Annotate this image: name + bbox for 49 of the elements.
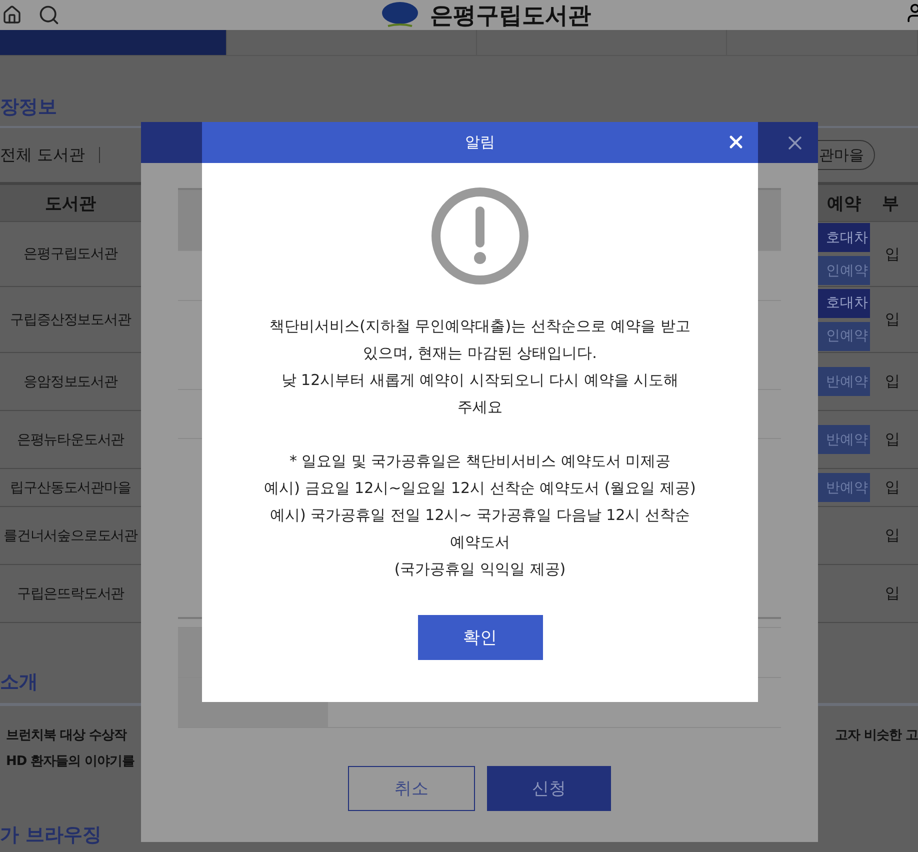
alert-message: 예약도서 bbox=[450, 532, 510, 553]
alert-message: (국가공휴일 익익일 제공) bbox=[394, 559, 566, 580]
table-cell-text: 입 bbox=[884, 583, 901, 604]
alert-message: 있으며, 현재는 마감된 상태입니다. bbox=[363, 343, 597, 364]
logo-icon bbox=[380, 2, 420, 28]
submit-button[interactable]: 신청 bbox=[487, 766, 611, 811]
section-title: 가 브라우징 bbox=[0, 823, 102, 848]
table-cell-text: 은평뉴타운도서관 bbox=[16, 430, 126, 450]
filter-label[interactable]: 전체 도서관 bbox=[0, 144, 86, 166]
table-cell-text: 입 bbox=[884, 525, 901, 546]
section-title: 장정보 bbox=[0, 95, 57, 120]
intro-text: 브런치북 대상 수상작 bbox=[6, 727, 128, 744]
alert-message: * 일요일 및 국가공휴일은 책단비서비스 예약도서 미제공 bbox=[289, 451, 671, 472]
alert-message: 주세요 bbox=[458, 397, 502, 418]
intro-text: HD 환자들의 이야기를 bbox=[6, 753, 135, 770]
intro-text: 고자 비슷한 고 bbox=[834, 727, 918, 744]
reserve-button[interactable]: 반예약 bbox=[818, 367, 870, 396]
alert-message: 예시) 국가공휴일 전일 12시~ 국가공휴일 다음날 12시 선착순 bbox=[270, 505, 690, 526]
table-cell-text: 를건너서숲으로도서관 bbox=[2, 526, 139, 546]
reserve-button[interactable]: 인예약 bbox=[818, 256, 870, 285]
table-cell-text: 구립증산정보도서관 bbox=[9, 310, 132, 330]
column-header: 부 bbox=[881, 192, 900, 216]
table-cell-text: 은평구립도서관 bbox=[22, 245, 119, 264]
column-header: 예약 bbox=[826, 192, 862, 216]
table-cell-text: 응암정보도서관 bbox=[22, 372, 119, 392]
reserve-button[interactable]: 반예약 bbox=[818, 473, 870, 502]
column-header: 도서관 bbox=[44, 192, 97, 216]
table-cell-text: 입 bbox=[884, 429, 901, 450]
site-title: 은평구립도서관 bbox=[430, 2, 591, 30]
reserve-button[interactable]: 반예약 bbox=[818, 425, 870, 454]
alert-message: 책단비서비스(지하철 무인예약대출)는 선착순으로 예약을 받고 bbox=[270, 316, 690, 337]
confirm-button[interactable]: 확인 bbox=[418, 615, 542, 660]
table-cell-text: 입 bbox=[884, 244, 901, 264]
reserve-button[interactable]: 호대차 bbox=[818, 288, 870, 318]
reserve-button[interactable]: 인예약 bbox=[818, 322, 870, 350]
table-cell-text: 입 bbox=[884, 371, 901, 392]
table-cell-text: 구립은뜨락도서관 bbox=[16, 584, 126, 604]
home-icon[interactable] bbox=[2, 5, 22, 25]
dialog-title: 알림 bbox=[465, 133, 495, 152]
table-cell-text: 립구산동도서관마을 bbox=[9, 478, 132, 498]
table-cell-text: 입 bbox=[884, 309, 901, 330]
alert-message: 낮 12시부터 새롭게 예약이 시작되오니 다시 예약을 시도해 bbox=[281, 370, 679, 391]
search-icon[interactable] bbox=[38, 4, 60, 26]
section-title: 소개 bbox=[0, 670, 38, 693]
reserve-button[interactable]: 호대차 bbox=[818, 223, 870, 252]
cancel-button[interactable]: 취소 bbox=[348, 766, 475, 811]
warning-icon bbox=[431, 187, 529, 285]
alert-message: 예시) 금요일 12시~일요일 12시 선착순 예약도서 (월요일 제공) bbox=[264, 478, 696, 499]
table-cell-text: 입 bbox=[884, 477, 901, 498]
